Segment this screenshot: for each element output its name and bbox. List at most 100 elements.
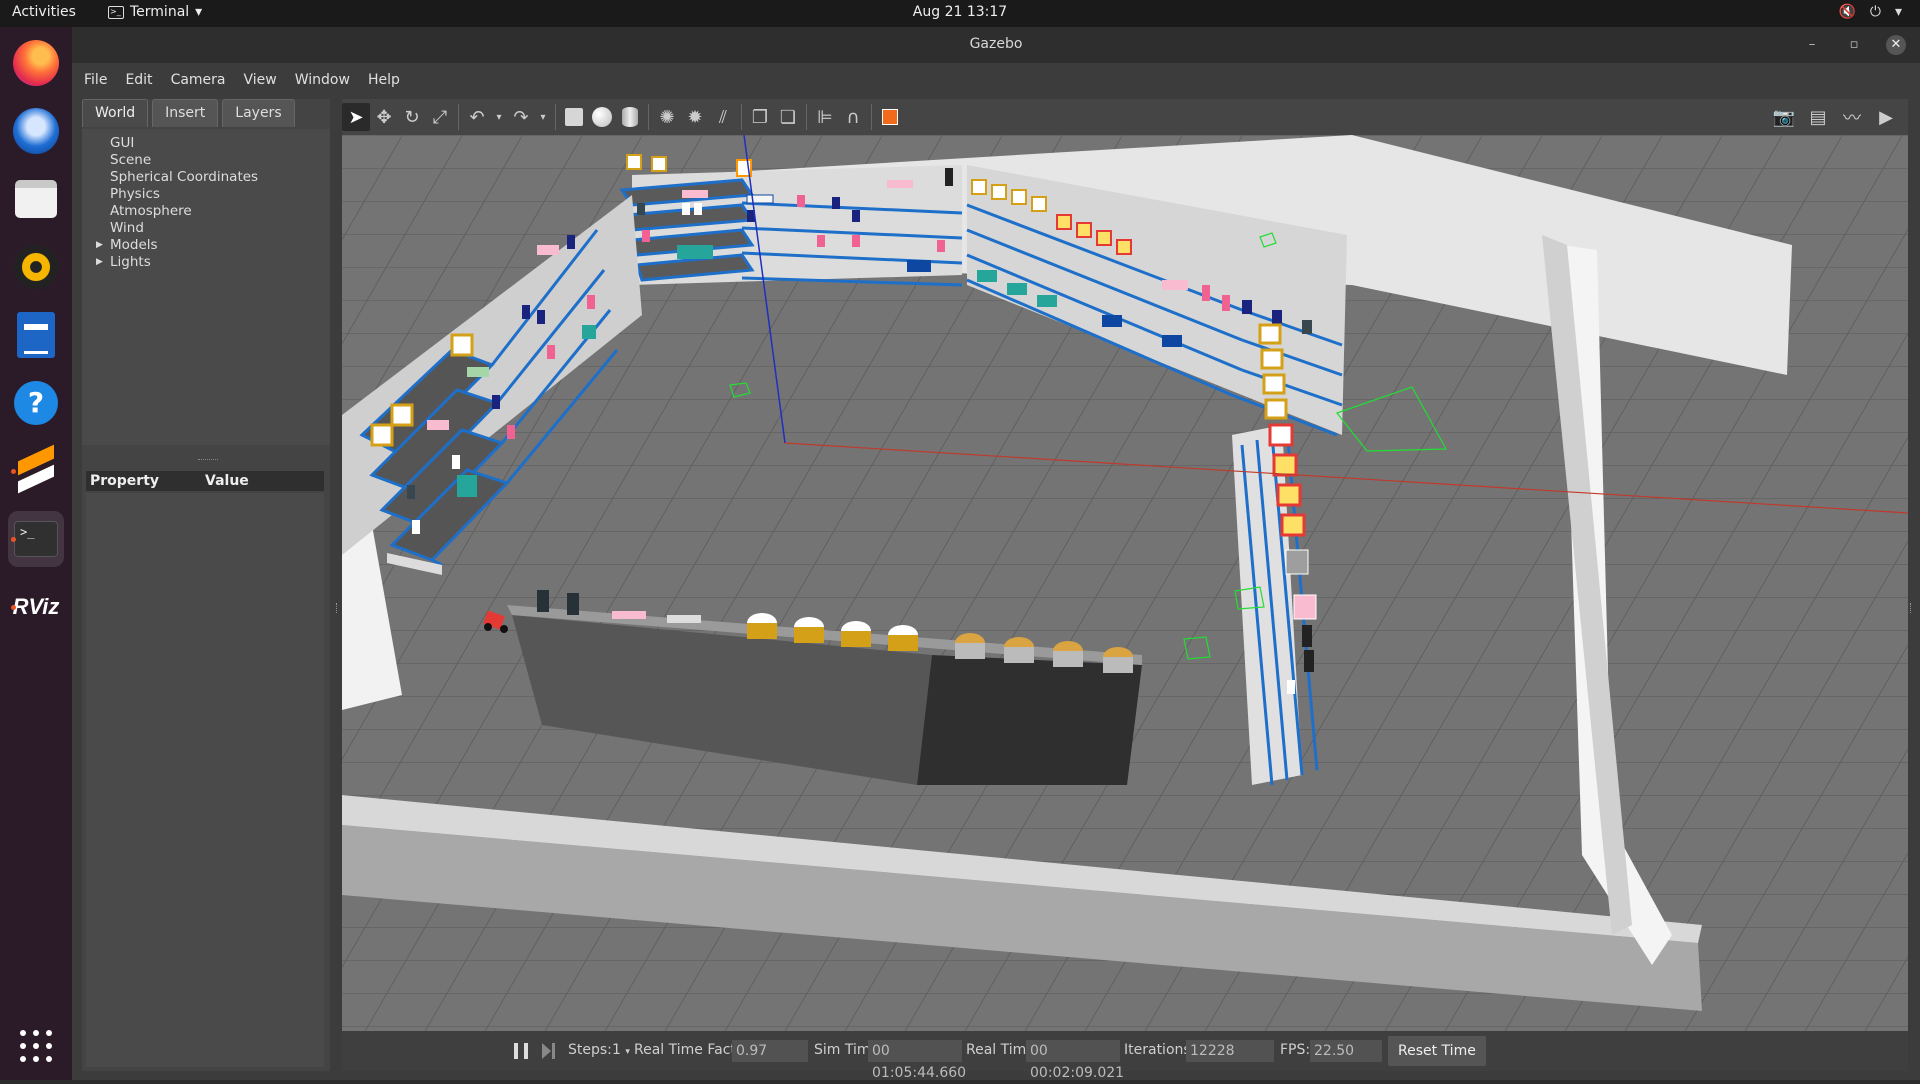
gazebo-window: Gazebo – ▫ ✕ File Edit Camera View Windo… <box>72 27 1920 1081</box>
toolbar-separator <box>555 104 556 130</box>
tree-item-label: Models <box>110 237 158 253</box>
dock-rhythmbox[interactable] <box>8 239 64 295</box>
tree-item-atmosphere[interactable]: Atmosphere <box>82 203 330 220</box>
view-angle-icon[interactable] <box>876 103 904 131</box>
dock-sublime[interactable] <box>8 443 64 499</box>
property-table[interactable] <box>86 493 324 1067</box>
running-indicator <box>11 537 16 542</box>
snap-magnet-icon[interactable]: ∩ <box>839 103 867 131</box>
dock-firefox[interactable] <box>8 35 64 91</box>
tree-item-spherical-coordinates[interactable]: Spherical Coordinates <box>82 169 330 186</box>
dock-help[interactable]: ? <box>8 375 64 431</box>
pause-button[interactable] <box>514 1043 528 1059</box>
dock-terminal[interactable]: >_ <box>8 511 64 567</box>
files-icon <box>15 180 57 218</box>
steps-stepper[interactable]: 1 ▾ <box>612 1042 630 1058</box>
system-tray[interactable]: 🔇 ⏻ ▾ <box>1838 4 1902 20</box>
sphere-shape-icon[interactable] <box>588 103 616 131</box>
select-mode-icon[interactable]: ➤ <box>342 103 370 131</box>
toolbar-separator <box>458 104 459 130</box>
power-icon[interactable]: ⏻ <box>1870 4 1881 20</box>
running-indicator <box>11 605 16 610</box>
tab-world[interactable]: World <box>82 99 149 127</box>
show-apps-grid-icon[interactable] <box>20 1030 52 1062</box>
activities-button[interactable]: Activities <box>12 4 76 20</box>
point-light-icon[interactable]: ✺ <box>653 103 681 131</box>
ubuntu-top-bar: Activities >_ Terminal ▾ Aug 21 13:17 🔇 … <box>0 0 1920 27</box>
dock-thunderbird[interactable] <box>8 103 64 159</box>
caret-down-icon: ▾ <box>195 4 203 20</box>
paste-icon[interactable]: ❏ <box>774 103 802 131</box>
clock[interactable]: Aug 21 13:17 <box>913 4 1007 20</box>
app-menu-terminal[interactable]: >_ Terminal ▾ <box>108 4 202 20</box>
dock-writer[interactable] <box>8 307 64 363</box>
steps-chevron-icon: ▾ <box>625 1047 630 1057</box>
menu-camera[interactable]: Camera <box>171 70 226 90</box>
tree-item-scene[interactable]: Scene <box>82 152 330 169</box>
align-icon[interactable]: ⊫ <box>811 103 839 131</box>
menu-edit[interactable]: Edit <box>125 70 152 90</box>
window-titlebar[interactable]: Gazebo – ▫ ✕ <box>72 27 1920 63</box>
dock-rviz[interactable]: RViz <box>8 579 64 635</box>
rhythmbox-icon <box>14 245 58 289</box>
log-icon[interactable]: ▤ <box>1804 103 1832 131</box>
iterations-label: Iterations: <box>1124 1042 1196 1058</box>
expand-arrow-icon[interactable]: ▶ <box>96 254 103 271</box>
copy-icon[interactable]: ❐ <box>746 103 774 131</box>
tree-item-label: Lights <box>110 254 151 270</box>
expand-arrow-icon[interactable]: ▶ <box>96 237 103 254</box>
step-button[interactable] <box>542 1043 556 1059</box>
cylinder-shape-icon[interactable] <box>616 103 644 131</box>
writer-icon <box>17 312 55 358</box>
tree-item-lights[interactable]: ▶ Lights <box>82 254 330 271</box>
left-panel-resize-handle[interactable] <box>336 603 339 613</box>
menu-bar: File Edit Camera View Window Help <box>72 63 1920 97</box>
right-panel-resize-handle[interactable] <box>1910 603 1913 613</box>
spot-light-icon[interactable]: ✹ <box>681 103 709 131</box>
tab-insert[interactable]: Insert <box>152 99 219 127</box>
maximize-button[interactable]: ▫ <box>1844 35 1864 55</box>
front-counter-right <box>917 655 1142 785</box>
tree-item-wind[interactable]: Wind <box>82 220 330 237</box>
box-shape-icon[interactable] <box>560 103 588 131</box>
menu-help[interactable]: Help <box>368 70 400 90</box>
minimize-button[interactable]: – <box>1802 35 1822 55</box>
left-panel: World Insert Layers GUI Scene Spherical … <box>82 99 330 1071</box>
rotate-mode-icon[interactable]: ↻ <box>398 103 426 131</box>
menu-file[interactable]: File <box>84 70 107 90</box>
redo-history-chevron-icon[interactable]: ▾ <box>535 103 551 131</box>
toolbar-separator <box>806 104 807 130</box>
3d-viewport[interactable] <box>342 135 1908 1031</box>
video-record-icon[interactable]: ▶ <box>1872 103 1900 131</box>
directional-light-icon[interactable]: ⫽ <box>709 103 737 131</box>
real-time-field: 00 00:02:09.021 <box>1026 1040 1124 1081</box>
menu-view[interactable]: View <box>244 70 277 90</box>
tree-item-models[interactable]: ▶ Models <box>82 237 330 254</box>
plot-icon[interactable]: 〰 <box>1838 103 1866 131</box>
dock-files[interactable] <box>8 171 64 227</box>
toolbar-separator <box>741 104 742 130</box>
iterations-field: 12228 <box>1186 1040 1274 1062</box>
toolbar: ➤ ✥ ↻ ⤢ ↶ ▾ ↷ ▾ ✺ ✹ ⫽ ❐ ❏ ⊫ ∩ 📷 ▤ 〰 ▶ <box>342 99 1908 135</box>
thunderbird-icon <box>13 108 59 154</box>
redo-icon[interactable]: ↷ <box>507 103 535 131</box>
tree-item-gui[interactable]: GUI <box>82 135 330 152</box>
undo-icon[interactable]: ↶ <box>463 103 491 131</box>
chevron-down-icon[interactable]: ▾ <box>1895 4 1902 20</box>
volume-icon[interactable]: 🔇 <box>1838 4 1855 20</box>
simulation-status-bar: Steps: 1 ▾ Real Time Factor: 0.97 Sim Ti… <box>342 1031 1908 1081</box>
panel-tabs: World Insert Layers <box>82 99 330 127</box>
tab-layers[interactable]: Layers <box>222 99 295 127</box>
close-button[interactable]: ✕ <box>1886 35 1906 55</box>
steps-label: Steps: <box>568 1042 612 1058</box>
undo-history-chevron-icon[interactable]: ▾ <box>491 103 507 131</box>
scene-render <box>342 135 1908 1031</box>
screenshot-camera-icon[interactable]: 📷 <box>1770 103 1798 131</box>
scale-mode-icon[interactable]: ⤢ <box>426 103 454 131</box>
reset-time-button[interactable]: Reset Time <box>1388 1036 1486 1066</box>
menu-window[interactable]: Window <box>295 70 350 90</box>
translate-mode-icon[interactable]: ✥ <box>370 103 398 131</box>
tree-item-physics[interactable]: Physics <box>82 186 330 203</box>
firefox-icon <box>13 40 59 86</box>
panel-splitter[interactable] <box>198 459 218 462</box>
